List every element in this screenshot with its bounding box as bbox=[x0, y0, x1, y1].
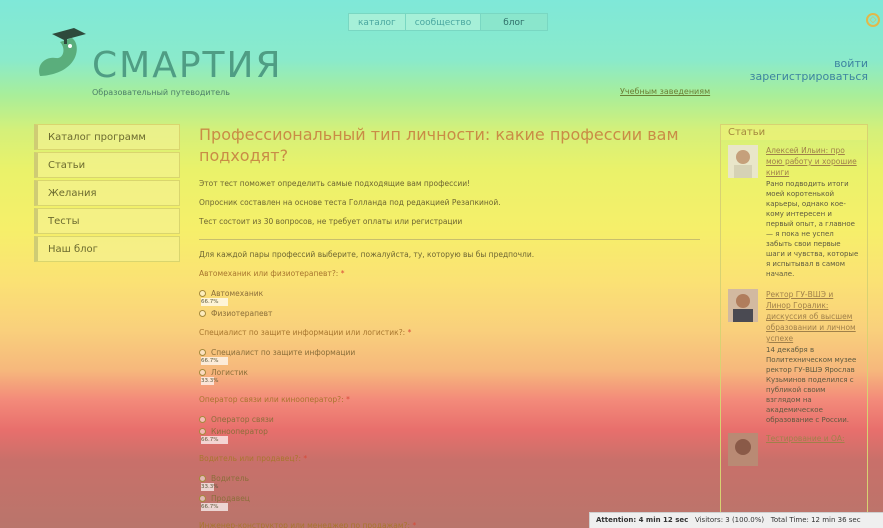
login-link[interactable]: войти bbox=[834, 57, 868, 70]
articles-panel: Статьи Алексей Ильин: про мою работу и х… bbox=[720, 124, 868, 524]
percentage-text: 66.7% bbox=[201, 437, 219, 443]
radio-button[interactable] bbox=[199, 475, 206, 482]
percentage-text: 66.7% bbox=[201, 358, 219, 364]
answer-option[interactable]: Специалист по защите информации bbox=[199, 348, 704, 357]
article-title[interactable]: Тестирование и ОА: bbox=[766, 433, 860, 444]
option-label[interactable]: Физиотерапевт bbox=[211, 309, 272, 318]
author-photo[interactable] bbox=[728, 145, 758, 178]
sidebar: Каталог программ Статьи Желания Тесты На… bbox=[34, 124, 180, 264]
option-label[interactable]: Специалист по защите информации bbox=[211, 348, 355, 357]
answer-option[interactable]: Автомеханик bbox=[199, 289, 704, 298]
page-title: Профессиональный тип личности: какие про… bbox=[199, 125, 679, 165]
answer-option[interactable]: Логистик bbox=[199, 368, 704, 377]
required-mark: * bbox=[340, 269, 345, 278]
required-mark: * bbox=[346, 395, 350, 404]
sidebar-item-catalog[interactable]: Каталог программ bbox=[34, 124, 180, 150]
radio-button[interactable] bbox=[199, 349, 206, 356]
option-label[interactable]: Логистик bbox=[211, 368, 248, 377]
radio-button[interactable] bbox=[199, 369, 206, 376]
question-label: Специалист по защите информации или логи… bbox=[199, 328, 406, 337]
option-percentage: 66.7% bbox=[201, 298, 241, 306]
analytics-statusbar: Attention: 4 min 12 sec Visitors: 3 (100… bbox=[589, 512, 883, 528]
question-block: Автомеханик или физиотерапевт?: * Автомех… bbox=[199, 269, 704, 318]
main-content: Профессиональный тип личности: какие про… bbox=[199, 124, 704, 528]
intro-line: Этот тест поможет определить самые подхо… bbox=[199, 179, 471, 188]
schools-link[interactable]: Учебным заведениям bbox=[620, 87, 710, 96]
option-label[interactable]: Водитель bbox=[211, 474, 249, 483]
article-item: Алексей Ильин: про мою работу и хорошие … bbox=[721, 140, 867, 279]
question-label: Инженер-конструктор или менеджер по прод… bbox=[199, 521, 411, 528]
question-label: Водитель или продавец?: bbox=[199, 454, 301, 463]
instruction: Для каждой пары профессий выберите, пожа… bbox=[199, 250, 535, 259]
attention-time: Attention: 4 min 12 sec bbox=[596, 516, 689, 524]
article-title[interactable]: Алексей Ильин: про мою работу и хорошие … bbox=[766, 145, 860, 178]
top-nav: каталог сообщество блог bbox=[348, 13, 548, 31]
visitors-count: Visitors: 3 (100.0%) bbox=[694, 516, 765, 524]
radio-button[interactable] bbox=[199, 495, 206, 502]
answer-option[interactable]: Кинооператор bbox=[199, 427, 704, 436]
question-block: Специалист по защите информации или логи… bbox=[199, 328, 704, 385]
option-label[interactable]: Оператор связи bbox=[211, 415, 274, 424]
register-link[interactable]: зарегистрироваться bbox=[750, 70, 868, 83]
logo-dino-icon[interactable] bbox=[30, 26, 90, 81]
option-percentage: 33.3% bbox=[201, 483, 241, 491]
article-desc: Рано подводить итоги моей коротенькой ка… bbox=[766, 180, 859, 278]
option-percentage: 33.3% bbox=[201, 377, 241, 385]
percentage-text: 66.7% bbox=[201, 504, 219, 510]
option-percentage: 66.7% bbox=[201, 357, 241, 365]
question-label: Автомеханик или физиотерапевт?: bbox=[199, 269, 339, 278]
sidebar-item-articles[interactable]: Статьи bbox=[34, 152, 180, 178]
sidebar-item-blog[interactable]: Наш блог bbox=[34, 236, 180, 262]
percentage-text: 33.3% bbox=[201, 378, 219, 384]
intro-line: Тест состоит из 30 вопросов, не требует … bbox=[199, 217, 463, 226]
required-mark: * bbox=[412, 521, 417, 528]
required-mark: * bbox=[303, 454, 308, 463]
question-block: Водитель или продавец?: * Водитель 33.3% Пр… bbox=[199, 454, 704, 511]
question-label: Оператор связи или кинооператор?: bbox=[199, 395, 344, 404]
tagline: Образовательный путеводитель bbox=[92, 88, 230, 97]
answer-option[interactable]: Продавец bbox=[199, 494, 704, 503]
author-photo[interactable] bbox=[728, 289, 758, 322]
articles-header: Статьи bbox=[721, 125, 867, 140]
option-label[interactable]: Продавец bbox=[211, 494, 250, 503]
option-label[interactable]: Кинооператор bbox=[211, 427, 268, 436]
gear-icon[interactable]: ◇ bbox=[866, 13, 880, 27]
article-title[interactable]: Ректор ГУ-ВШЭ и Линор Горалик: дискуссия… bbox=[766, 289, 860, 344]
tab-blog[interactable]: блог bbox=[480, 13, 548, 31]
radio-button[interactable] bbox=[199, 310, 206, 317]
sidebar-item-tests[interactable]: Тесты bbox=[34, 208, 180, 234]
sidebar-item-wishes[interactable]: Желания bbox=[34, 180, 180, 206]
tab-community[interactable]: сообщество bbox=[404, 13, 481, 31]
answer-option[interactable]: Физиотерапевт bbox=[199, 309, 704, 318]
questions-list: Автомеханик или физиотерапевт?: * Автомех… bbox=[199, 269, 704, 528]
divider bbox=[199, 239, 700, 240]
total-time: Total Time: 12 min 36 sec bbox=[770, 516, 861, 524]
article-item: Ректор ГУ-ВШЭ и Линор Горалик: дискуссия… bbox=[721, 279, 867, 425]
option-percentage: 66.7% bbox=[201, 436, 241, 444]
tab-catalog[interactable]: каталог bbox=[348, 13, 405, 31]
article-item: Тестирование и ОА: bbox=[721, 425, 867, 466]
intro-line: Опросник составлен на основе теста Голла… bbox=[199, 198, 501, 207]
answer-option[interactable]: Оператор связи bbox=[199, 415, 704, 424]
question-block: Оператор связи или кинооператор?: * Опера… bbox=[199, 395, 704, 444]
radio-button[interactable] bbox=[199, 428, 206, 435]
question-text: Оператор связи или кинооператор?: * bbox=[199, 395, 704, 404]
option-label[interactable]: Автомеханик bbox=[211, 289, 263, 298]
percentage-text: 66.7% bbox=[201, 299, 219, 305]
question-text: Водитель или продавец?: * bbox=[199, 454, 704, 463]
logo-text[interactable]: СМАРТИЯ bbox=[92, 45, 282, 86]
question-text: Специалист по защите информации или логи… bbox=[199, 328, 704, 337]
answer-option[interactable]: Водитель bbox=[199, 474, 704, 483]
article-desc: 14 декабря в Политехническом музее ректо… bbox=[766, 346, 857, 424]
question-text: Автомеханик или физиотерапевт?: * bbox=[199, 269, 704, 278]
radio-button[interactable] bbox=[199, 290, 206, 297]
required-mark: * bbox=[407, 328, 412, 337]
author-photo[interactable] bbox=[728, 433, 758, 466]
percentage-text: 33.3% bbox=[201, 484, 219, 490]
option-percentage: 66.7% bbox=[201, 503, 241, 511]
radio-button[interactable] bbox=[199, 416, 206, 423]
